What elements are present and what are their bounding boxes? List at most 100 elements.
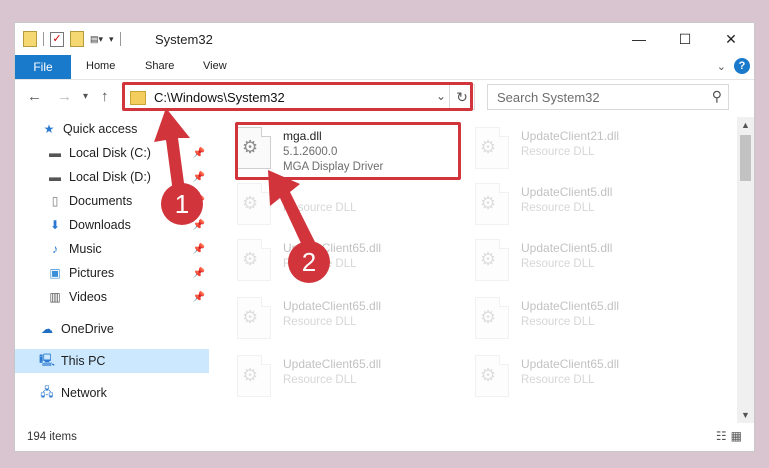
file-name: UpdateClient21.dll	[521, 129, 620, 143]
file-highlight-box	[235, 122, 461, 180]
ribbon: File Home Share View ⌄ ?	[15, 55, 754, 80]
back-arrow-icon[interactable]: ←	[27, 88, 42, 105]
toolbar-dropdown-icon[interactable]: ▾	[109, 34, 114, 45]
navigation-pane: ★ Quick access ▬ Local Disk (C:) 📌 ▬ Loc…	[15, 117, 209, 417]
sidebar-item-onedrive[interactable]: ☁ OneDrive	[15, 317, 209, 341]
file-item[interactable]: ⚙ UpdateClient65.dll Resource DLL	[475, 351, 705, 407]
sidebar-item-label: Downloads	[69, 218, 131, 232]
help-icon[interactable]: ?	[734, 58, 750, 74]
sidebar-item-label: Local Disk (C:)	[69, 146, 151, 160]
drive-icon: ▬	[49, 146, 61, 160]
sidebar-item-label: Videos	[69, 290, 107, 304]
pin-icon: 📌	[192, 291, 205, 303]
pin-icon: 📌	[192, 243, 205, 255]
chevron-down-icon[interactable]: ⌄	[436, 89, 446, 103]
gear-icon: ⚙	[242, 249, 259, 269]
sidebar-item-network[interactable]: 🖧 Network	[15, 381, 209, 405]
expand-ribbon-icon[interactable]: ⌄	[717, 60, 726, 73]
file-name: UpdateClient65.dll	[521, 299, 620, 313]
video-icon: ▥	[49, 290, 61, 304]
file-item[interactable]: ⚙ UpdateClient65.dll Resource DLL	[237, 293, 467, 349]
tab-file[interactable]: File	[15, 55, 71, 79]
gear-icon: ⚙	[242, 193, 259, 213]
sidebar-item-label: Music	[69, 242, 102, 256]
file-item[interactable]: ⚙ UpdateClient65.dll Resource DLL	[237, 235, 467, 291]
new-folder-icon[interactable]	[70, 31, 84, 47]
search-icon[interactable]: ⚲	[712, 88, 722, 105]
file-item[interactable]: ⚙ Resource DLL	[237, 179, 467, 235]
scroll-down-icon[interactable]: ▼	[737, 407, 754, 423]
file-item[interactable]: ⚙ UpdateClient65.dll Resource DLL	[475, 293, 705, 349]
large-icons-view-icon[interactable]: ▦	[731, 429, 746, 443]
window-title: System32	[155, 32, 213, 47]
details-view-icon[interactable]: ☷	[716, 429, 731, 443]
file-description: Resource DLL	[521, 258, 595, 270]
navigation-bar: ← → ▾ ↑ C:\Windows\System32 ⌄ ↻ Search S…	[15, 80, 754, 114]
properties-icon[interactable]: ✓	[50, 31, 64, 47]
drive-icon: ▬	[49, 170, 61, 184]
divider	[43, 32, 44, 46]
file-description: Resource DLL	[521, 146, 595, 158]
folder-icon	[130, 91, 146, 105]
view-toggle[interactable]: ☷▦	[716, 429, 746, 443]
search-input[interactable]: Search System32 ⚲	[487, 84, 729, 110]
sidebar-item-pictures[interactable]: ▣ Pictures 📌	[15, 261, 209, 285]
up-arrow-icon[interactable]: ↑	[101, 88, 109, 105]
gear-icon: ⚙	[480, 307, 497, 327]
file-item[interactable]: ⚙ UpdateClient5.dll Resource DLL	[475, 235, 705, 291]
pin-icon: 📌	[192, 171, 205, 183]
forward-arrow-icon[interactable]: →	[57, 88, 72, 105]
customize-toolbar-icon[interactable]: ▤▾	[90, 34, 103, 45]
refresh-icon[interactable]: ↻	[449, 85, 474, 109]
tab-share[interactable]: Share	[145, 60, 174, 72]
pin-icon: 📌	[192, 267, 205, 279]
music-icon: ♪	[52, 242, 58, 256]
tab-view[interactable]: View	[203, 60, 227, 72]
pin-icon: 📌	[192, 219, 205, 231]
sidebar-item-label: Local Disk (D:)	[69, 170, 151, 184]
maximize-button[interactable]: ☐	[662, 23, 708, 55]
sidebar-item-local-disk-c[interactable]: ▬ Local Disk (C:) 📌	[15, 141, 209, 165]
sidebar-item-videos[interactable]: ▥ Videos 📌	[15, 285, 209, 309]
computer-icon: 🖳	[39, 352, 56, 367]
sidebar-item-quick-access[interactable]: ★ Quick access	[15, 117, 209, 141]
step-2-badge: 2	[288, 241, 330, 283]
picture-icon: ▣	[49, 266, 61, 280]
status-bar: 194 items ☷▦	[15, 423, 754, 451]
divider	[119, 32, 121, 46]
sidebar-item-label: Pictures	[69, 266, 115, 280]
file-description: Resource DLL	[283, 374, 357, 386]
gear-icon: ⚙	[480, 193, 497, 213]
scroll-up-icon[interactable]: ▲	[737, 117, 754, 133]
recent-locations-icon[interactable]: ▾	[83, 91, 88, 102]
download-icon: ⬇	[49, 218, 61, 232]
file-description: Resource DLL	[283, 202, 357, 214]
sidebar-item-label: OneDrive	[61, 322, 114, 336]
sidebar-item-this-pc[interactable]: 🖳 This PC	[15, 349, 209, 373]
gear-icon: ⚙	[242, 365, 259, 385]
search-placeholder: Search System32	[497, 90, 600, 105]
file-item[interactable]: ⚙ UpdateClient5.dll Resource DLL	[475, 179, 705, 235]
file-description: Resource DLL	[521, 202, 595, 214]
step-1-badge: 1	[161, 183, 203, 225]
close-button[interactable]: ✕	[708, 23, 754, 55]
sidebar-item-label: Network	[61, 386, 107, 400]
address-bar[interactable]: C:\Windows\System32 ⌄ ↻	[123, 84, 475, 110]
file-item[interactable]: ⚙ UpdateClient65.dll Resource DLL	[237, 351, 467, 407]
scrollbar-thumb[interactable]	[740, 135, 751, 181]
gear-icon: ⚙	[480, 365, 497, 385]
folder-icon[interactable]	[23, 31, 37, 47]
minimize-button[interactable]: —	[616, 23, 662, 55]
vertical-scrollbar[interactable]: ▲ ▼	[737, 117, 754, 423]
sidebar-item-music[interactable]: ♪ Music 📌	[15, 237, 209, 261]
network-icon: 🖧	[40, 384, 54, 399]
gear-icon: ⚙	[480, 249, 497, 269]
file-item[interactable]: ⚙ UpdateClient21.dll Resource DLL	[475, 123, 705, 179]
file-explorer-window: ✓ ▤▾ ▾ System32 — ☐ ✕ File Home Share Vi…	[14, 22, 755, 452]
sidebar-item-label: Quick access	[63, 122, 138, 136]
cloud-icon: ☁	[41, 322, 53, 336]
address-path[interactable]: C:\Windows\System32	[154, 90, 285, 105]
gear-icon: ⚙	[480, 137, 497, 157]
gear-icon: ⚙	[242, 307, 259, 327]
tab-home[interactable]: Home	[86, 60, 115, 72]
